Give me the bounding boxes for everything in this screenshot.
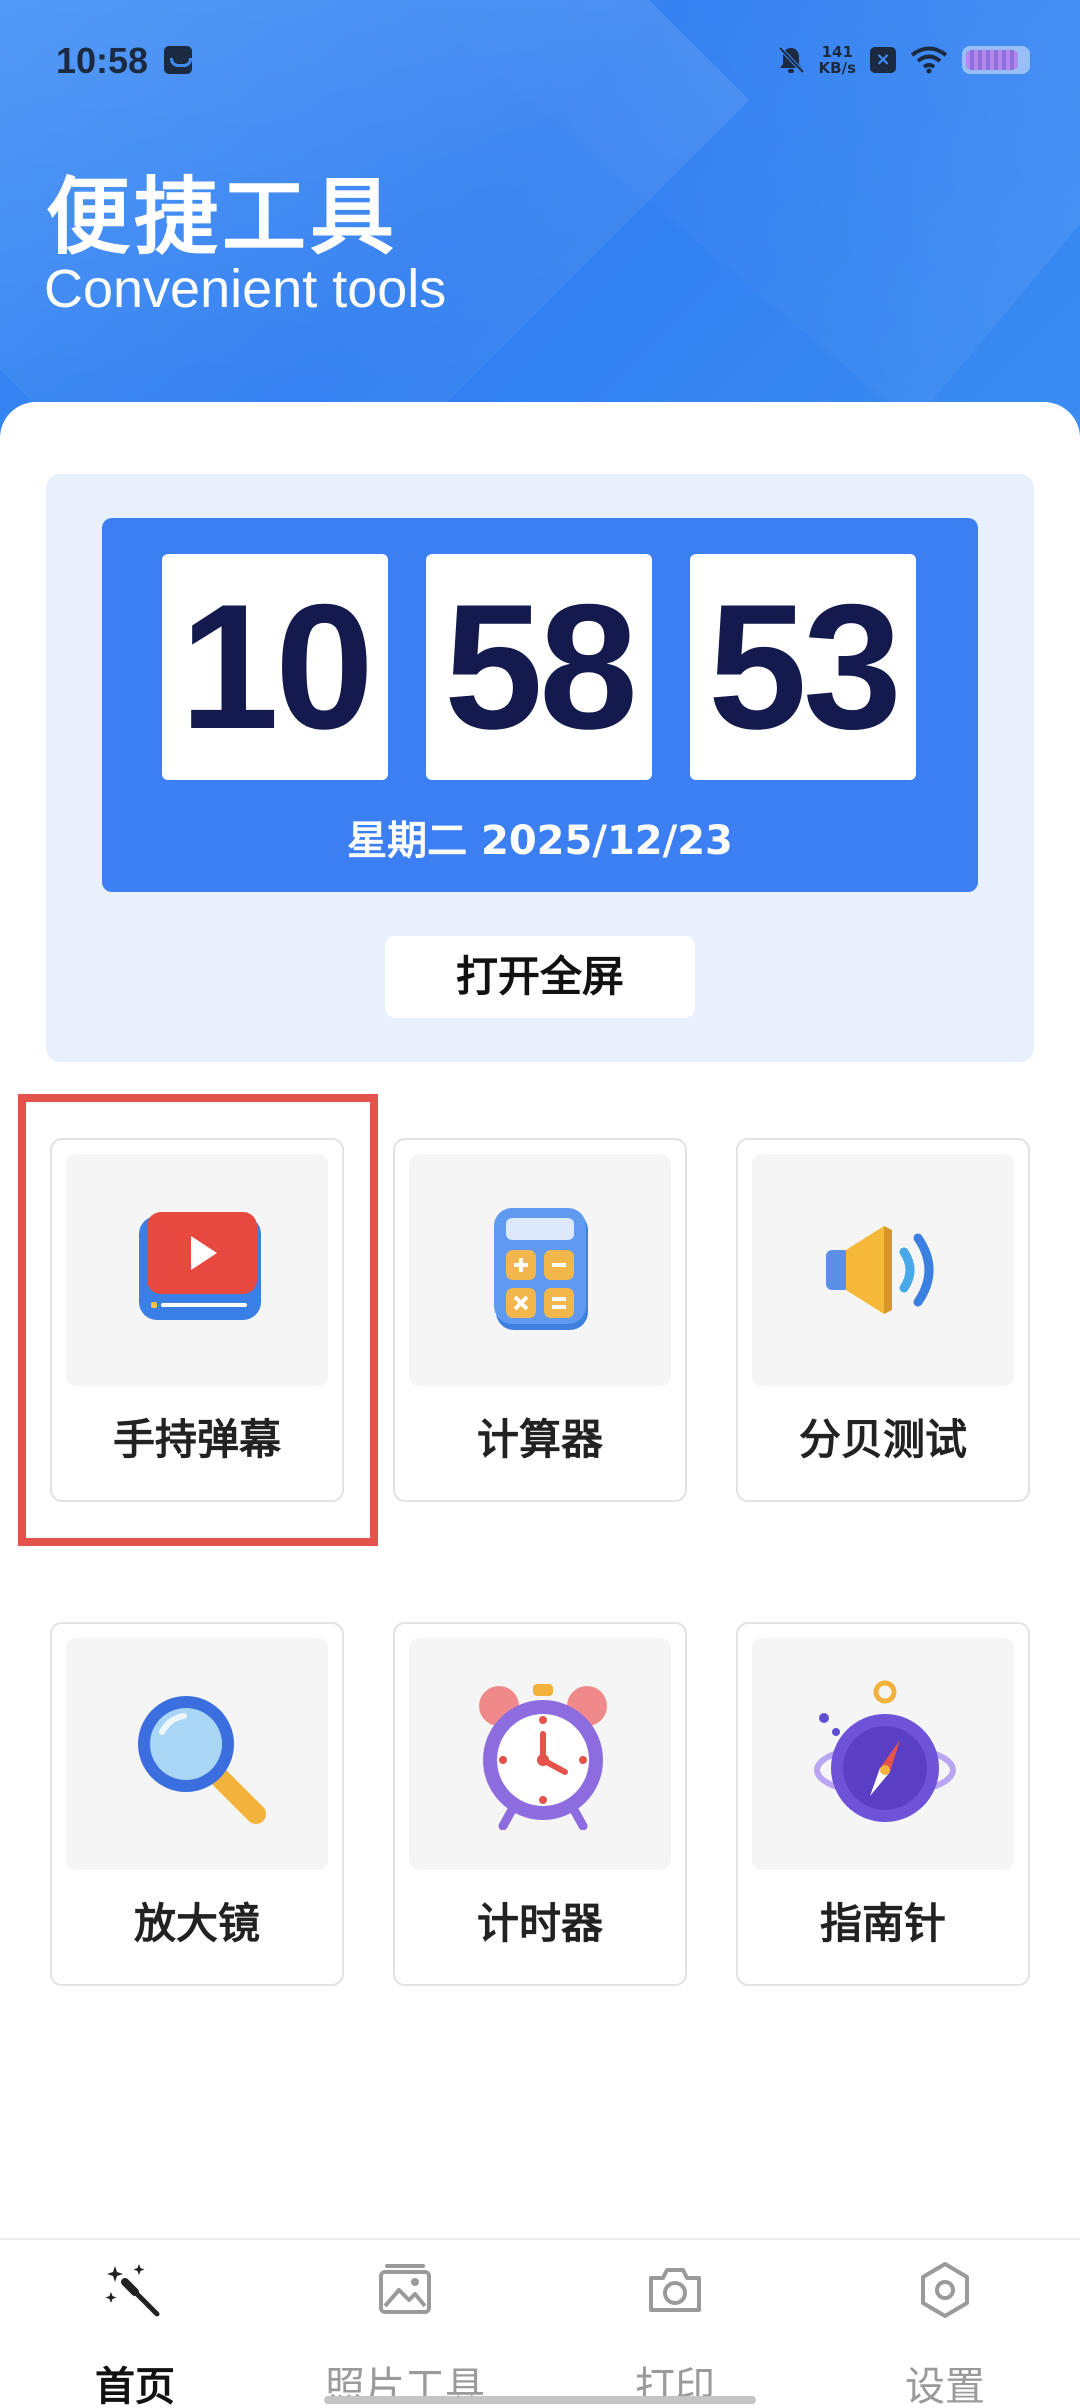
settings-hex-icon: [921, 2262, 969, 2318]
status-time: 10:58: [56, 40, 149, 81]
compass-icon: [814, 1680, 956, 1822]
alarm-clock-icon: [479, 1684, 607, 1830]
net-speed-value: 141: [821, 43, 853, 61]
mute-bell-icon: [778, 46, 804, 74]
tool-card-magnifier[interactable]: 放大镜: [50, 1622, 344, 1986]
nav-item-photo-tools[interactable]: 照片工具: [270, 2240, 540, 2408]
tool-label: 指南针: [819, 1899, 946, 1948]
battery-level: [966, 50, 1018, 70]
nav-item-settings[interactable]: 设置: [810, 2240, 1080, 2408]
photo-icon: [379, 2264, 431, 2314]
status-icons: 141 KB/s ×: [777, 40, 1030, 80]
calendar-icon: [164, 46, 192, 74]
nav-label-home: 首页: [95, 2364, 175, 2408]
video-banner-icon: [139, 1212, 261, 1320]
nav-item-print[interactable]: 打印: [540, 2240, 810, 2408]
tool-label: 手持弹幕: [112, 1415, 281, 1464]
x-app-icon: ×: [870, 47, 896, 73]
tool-label: 计算器: [476, 1415, 603, 1464]
speaker-icon: [826, 1226, 934, 1314]
tool-card-compass[interactable]: 指南针: [736, 1622, 1030, 1986]
clock-hours: 10: [162, 554, 388, 780]
tool-card-decibel-test[interactable]: 分贝测试: [736, 1138, 1030, 1502]
clock-seconds: 53: [690, 554, 916, 780]
tool-card-timer[interactable]: 计时器: [393, 1622, 687, 1986]
open-fullscreen-button[interactable]: 打开全屏: [385, 936, 695, 1018]
battery-icon: [962, 46, 1030, 74]
tool-label: 计时器: [476, 1899, 603, 1948]
page-subtitle: Convenient tools: [44, 259, 447, 319]
clock-minutes: 58: [426, 554, 652, 780]
page-title: 便捷工具: [46, 168, 399, 266]
magnifier-icon: [138, 1696, 266, 1824]
nav-item-home[interactable]: 首页: [0, 2240, 270, 2408]
net-speed-unit: KB/s: [818, 59, 856, 77]
header-banner: 10:58 141 KB/s × 便捷工具 Convenient tools: [0, 0, 1080, 440]
tool-card-handheld-barrage[interactable]: 手持弹幕: [50, 1138, 344, 1502]
home-indicator[interactable]: [324, 2396, 756, 2404]
wifi-icon: [910, 46, 948, 74]
tool-label: 放大镜: [133, 1899, 260, 1948]
camera-icon: [649, 2268, 701, 2312]
tool-label: 分贝测试: [798, 1415, 967, 1464]
clock-date: 星期二 2025/12/23: [347, 818, 733, 864]
magic-wand-icon: [105, 2264, 160, 2317]
net-speed-icon: 141 KB/s: [819, 44, 856, 76]
tool-card-calculator[interactable]: 计算器: [393, 1138, 687, 1502]
status-bar: 10:58 141 KB/s ×: [0, 0, 1080, 124]
nav-label-settings: 设置: [905, 2364, 985, 2408]
calculator-icon: [494, 1208, 588, 1330]
bottom-nav: 首页 照片工具 打印 设置: [0, 2238, 1080, 2408]
